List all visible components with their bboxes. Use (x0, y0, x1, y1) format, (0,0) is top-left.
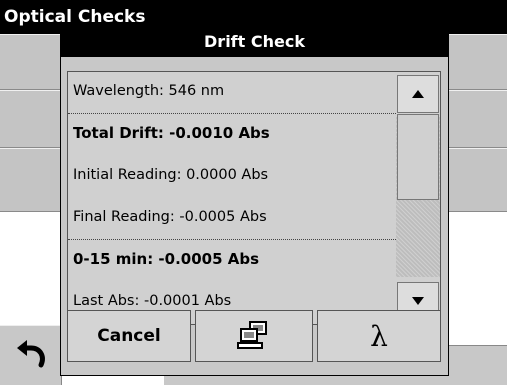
list-item-wavelength[interactable]: Wavelength: 546 nm (68, 72, 396, 114)
cancel-button[interactable]: Cancel (67, 310, 191, 362)
list-item-initial-reading[interactable]: Initial Reading: 0.0000 Abs (68, 156, 396, 198)
dialog-title: Drift Check (61, 27, 448, 57)
scroll-up-button[interactable] (397, 75, 439, 113)
results-list: Wavelength: 546 nm Total Drift: -0.0010 … (68, 72, 396, 324)
dialog-button-row: Cancel λ (67, 310, 441, 362)
lambda-label: λ (370, 319, 388, 353)
scrollbar-track[interactable] (396, 114, 440, 277)
cancel-button-label: Cancel (97, 326, 161, 346)
results-list-box: Wavelength: 546 nm Total Drift: -0.0010 … (67, 71, 441, 325)
back-arrow-icon (16, 339, 45, 367)
scrollbar[interactable] (396, 72, 440, 324)
computer-icon (237, 321, 267, 349)
back-button[interactable] (0, 325, 62, 385)
list-item-total-drift[interactable]: Total Drift: -0.0010 Abs (68, 114, 396, 156)
list-item-interval[interactable]: 0-15 min: -0.0005 Abs (68, 240, 396, 282)
computer-button[interactable] (195, 310, 313, 362)
drift-check-dialog: Drift Check Wavelength: 546 nm Total Dri… (60, 26, 449, 376)
triangle-down-icon (412, 297, 424, 305)
lambda-button[interactable]: λ (317, 310, 441, 362)
triangle-up-icon (412, 90, 424, 98)
list-item-final-reading[interactable]: Final Reading: -0.0005 Abs (68, 198, 396, 240)
scrollbar-thumb[interactable] (397, 114, 439, 200)
